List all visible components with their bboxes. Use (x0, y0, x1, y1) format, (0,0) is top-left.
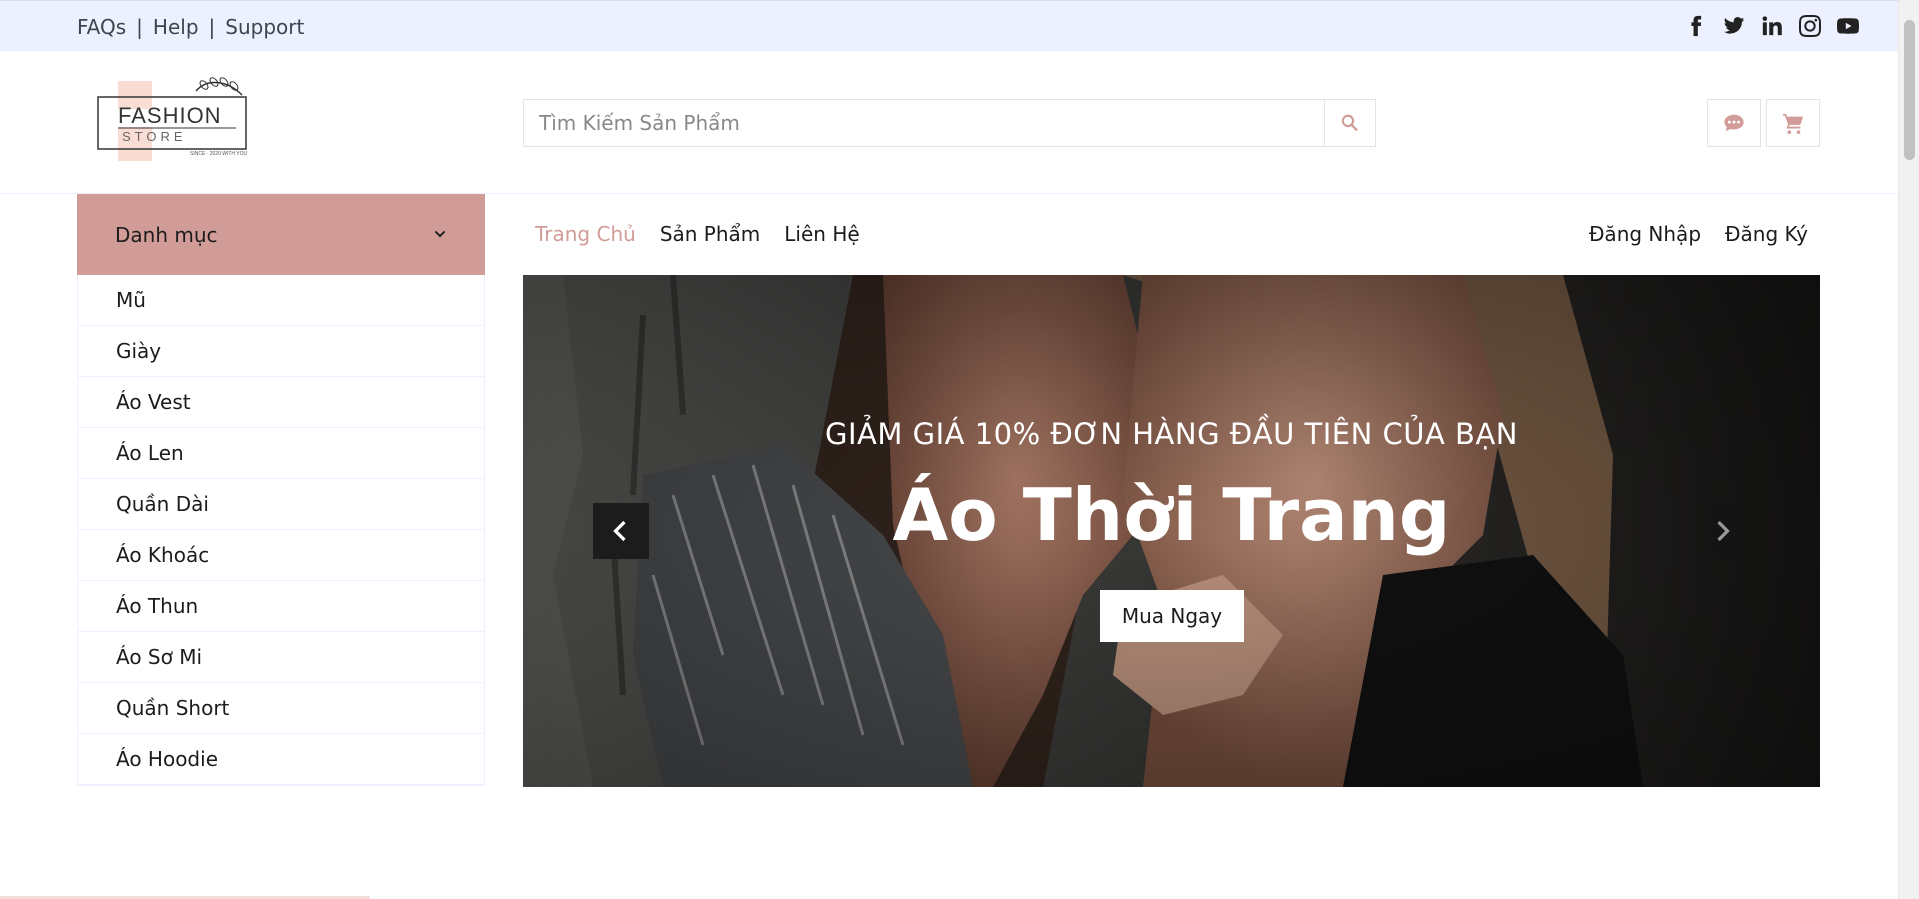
scrollbar-thumb[interactable] (1904, 20, 1915, 160)
search-input[interactable] (524, 100, 1324, 146)
carousel-next-button[interactable] (1694, 503, 1750, 559)
svg-text:FASHION: FASHION (118, 103, 222, 128)
main-nav: Trang Chủ Sản Phẩm Liên Hệ Đăng Nhập Đăn… (523, 194, 1820, 275)
chevron-left-icon (613, 520, 626, 542)
top-links: FAQs | Help | Support (77, 15, 304, 39)
separator: | (136, 15, 143, 39)
nav-contact[interactable]: Liên Hệ (784, 222, 859, 246)
chevron-down-icon (434, 230, 446, 237)
category-item[interactable]: Quần Dài (78, 479, 484, 530)
category-toggle[interactable]: Danh mục (77, 194, 485, 275)
page-scrollbar[interactable] (1898, 0, 1919, 899)
linkedin-icon[interactable] (1760, 14, 1784, 38)
carousel-prev-button[interactable] (593, 503, 649, 559)
carousel-title: Áo Thời Trang (892, 473, 1451, 557)
support-link[interactable]: Support (225, 15, 304, 39)
youtube-icon[interactable] (1836, 14, 1860, 38)
category-item[interactable]: Áo Thun (78, 581, 484, 632)
category-list: Mũ Giày Áo Vest Áo Len Quần Dài Áo Khoác… (77, 275, 485, 786)
nav-home[interactable]: Trang Chủ (535, 222, 636, 246)
twitter-icon[interactable] (1722, 14, 1746, 38)
social-links (1684, 14, 1860, 38)
category-item[interactable]: Áo Vest (78, 377, 484, 428)
category-item[interactable]: Áo Khoác (78, 530, 484, 581)
chevron-right-icon (1717, 520, 1730, 542)
register-link[interactable]: Đăng Ký (1725, 222, 1808, 246)
search-icon (1341, 114, 1358, 132)
instagram-icon[interactable] (1798, 14, 1822, 38)
svg-text:SINCE · 2020 WITH YOU: SINCE · 2020 WITH YOU (190, 151, 248, 157)
login-link[interactable]: Đăng Nhập (1589, 222, 1701, 246)
category-item[interactable]: Áo Sơ Mi (78, 632, 484, 683)
hero-carousel: GIẢM GIÁ 10% ĐƠN HÀNG ĐẦU TIÊN CỦA BẠN Á… (523, 275, 1820, 787)
cart-icon (1782, 113, 1804, 134)
category-item[interactable]: Quần Short (78, 683, 484, 734)
svg-text:STORE: STORE (122, 129, 187, 144)
faqs-link[interactable]: FAQs (77, 15, 126, 39)
chat-icon (1724, 114, 1744, 132)
top-bar: FAQs | Help | Support (0, 0, 1898, 51)
facebook-icon[interactable] (1684, 14, 1708, 38)
category-title: Danh mục (115, 222, 218, 247)
carousel-subtitle: GIẢM GIÁ 10% ĐƠN HÀNG ĐẦU TIÊN CỦA BẠN (825, 417, 1518, 451)
help-link[interactable]: Help (153, 15, 199, 39)
search-button[interactable] (1324, 100, 1375, 146)
category-item[interactable]: Giày (78, 326, 484, 377)
category-item[interactable]: Áo Hoodie (78, 734, 484, 785)
shop-now-button[interactable]: Mua Ngay (1100, 590, 1244, 642)
cart-button[interactable] (1766, 99, 1820, 147)
nav-products[interactable]: Sản Phẩm (660, 222, 760, 246)
header: FASHION STORE SINCE · 2020 WITH YOU (0, 51, 1898, 194)
chat-button[interactable] (1707, 99, 1761, 147)
fashion-store-logo[interactable]: FASHION STORE SINCE · 2020 WITH YOU (96, 75, 250, 165)
separator: | (208, 15, 216, 39)
search-bar (523, 99, 1376, 147)
category-item[interactable]: Áo Len (78, 428, 484, 479)
nav-left: Trang Chủ Sản Phẩm Liên Hệ (535, 222, 860, 246)
nav-right: Đăng Nhập Đăng Ký (1589, 222, 1808, 246)
category-item[interactable]: Mũ (78, 275, 484, 326)
